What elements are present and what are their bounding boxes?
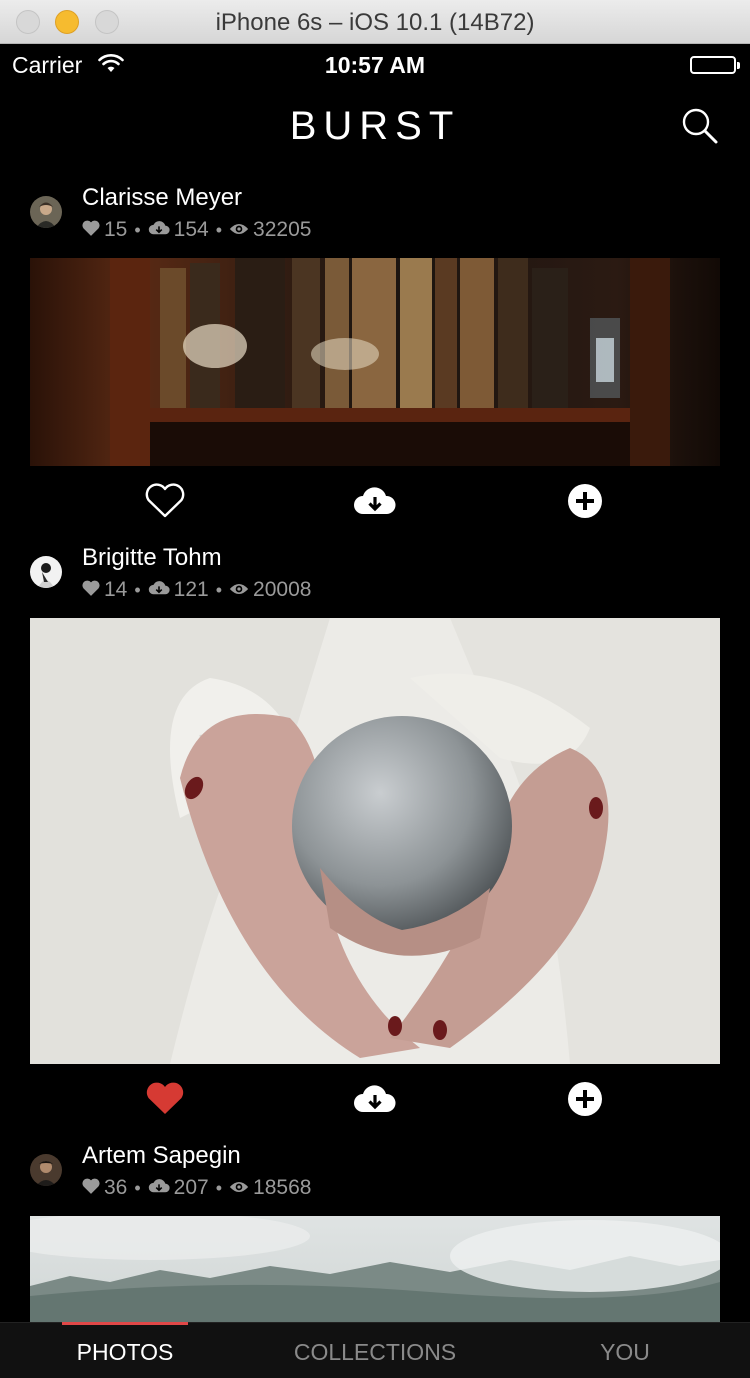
heart-filled-icon <box>146 1082 184 1114</box>
app-logo-title: BURST <box>289 104 461 148</box>
likes-count: 36 <box>104 1176 128 1199</box>
views-count: 20008 <box>253 578 312 601</box>
post-header: Clarisse Meyer 15 • 154 • 32205 <box>0 176 750 258</box>
post-photo[interactable] <box>30 618 720 1064</box>
heart-icon <box>82 1176 100 1200</box>
cloud-download-icon <box>148 218 170 242</box>
post-stats: 15 • 154 • 32205 <box>82 218 311 242</box>
separator-dot: • <box>134 1177 141 1198</box>
post-stats: 14 • 121 • 20008 <box>82 578 311 602</box>
battery-icon <box>690 56 740 74</box>
author-name[interactable]: Brigitte Tohm <box>82 544 222 572</box>
cloud-download-icon <box>148 1176 170 1200</box>
eye-icon <box>229 578 249 602</box>
feed-post: Brigitte Tohm 14 • 121 • 20008 <box>0 536 750 1134</box>
tab-bar: PHOTOS COLLECTIONS YOU <box>0 1322 750 1378</box>
cloud-download-icon <box>354 487 396 514</box>
status-bar: Carrier 10:57 AM <box>0 44 750 86</box>
add-to-collection-button[interactable] <box>563 1080 607 1118</box>
tab-you[interactable]: YOU <box>500 1323 750 1378</box>
views-count: 32205 <box>253 218 312 241</box>
views-count: 18568 <box>253 1176 312 1199</box>
post-stats: 36 • 207 • 18568 <box>82 1176 311 1200</box>
separator-dot: • <box>215 219 223 240</box>
post-header: Brigitte Tohm 14 • 121 • 20008 <box>0 536 750 618</box>
separator-dot: • <box>215 1177 223 1198</box>
separator-dot: • <box>215 579 223 600</box>
photo-feed[interactable]: Clarisse Meyer 15 • 154 • 32205 Brigitte… <box>0 176 750 1322</box>
eye-icon <box>229 1176 249 1200</box>
tab-label: YOU <box>600 1339 650 1365</box>
likes-count: 14 <box>104 578 128 601</box>
download-button[interactable] <box>353 482 397 520</box>
feed-post: Artem Sapegin 36 • 207 • 18568 <box>0 1134 750 1322</box>
downloads-count: 154 <box>173 218 209 241</box>
tab-photos[interactable]: PHOTOS <box>0 1322 250 1378</box>
post-header: Artem Sapegin 36 • 207 • 18568 <box>0 1134 750 1216</box>
post-actions <box>0 1064 750 1134</box>
avatar[interactable] <box>30 1154 62 1186</box>
separator-dot: • <box>134 579 141 600</box>
feed-post: Clarisse Meyer 15 • 154 • 32205 <box>0 176 750 536</box>
cloud-download-icon <box>354 1085 396 1112</box>
plus-circle-icon <box>568 484 602 518</box>
author-name[interactable]: Clarisse Meyer <box>82 184 242 212</box>
like-button[interactable] <box>143 482 187 520</box>
post-actions <box>0 466 750 536</box>
separator-dot: • <box>134 219 141 240</box>
cloud-download-icon <box>148 578 170 602</box>
status-time: 10:57 AM <box>324 52 426 78</box>
heart-icon <box>82 218 100 242</box>
tab-collections[interactable]: COLLECTIONS <box>250 1323 500 1378</box>
plus-circle-icon <box>568 1082 602 1116</box>
tab-label: PHOTOS <box>76 1339 174 1365</box>
post-photo[interactable] <box>30 1216 720 1322</box>
avatar[interactable] <box>30 196 62 228</box>
heart-outline-icon <box>145 483 185 518</box>
download-button[interactable] <box>353 1080 397 1118</box>
navigation-bar: BURST <box>0 86 750 176</box>
eye-icon <box>229 218 249 242</box>
like-button[interactable] <box>143 1080 187 1118</box>
heart-icon <box>82 578 100 602</box>
active-tab-indicator <box>62 1322 188 1325</box>
downloads-count: 207 <box>173 1176 209 1199</box>
author-name[interactable]: Artem Sapegin <box>82 1142 241 1170</box>
avatar[interactable] <box>30 556 62 588</box>
window-title-bar: iPhone 6s – iOS 10.1 (14B72) <box>0 0 750 44</box>
post-photo[interactable] <box>30 258 720 466</box>
likes-count: 15 <box>104 218 128 241</box>
downloads-count: 121 <box>173 578 209 601</box>
tab-label: COLLECTIONS <box>293 1339 457 1365</box>
add-to-collection-button[interactable] <box>563 482 607 520</box>
window-title: iPhone 6s – iOS 10.1 (14B72) <box>215 9 535 36</box>
search-icon[interactable] <box>680 106 720 146</box>
